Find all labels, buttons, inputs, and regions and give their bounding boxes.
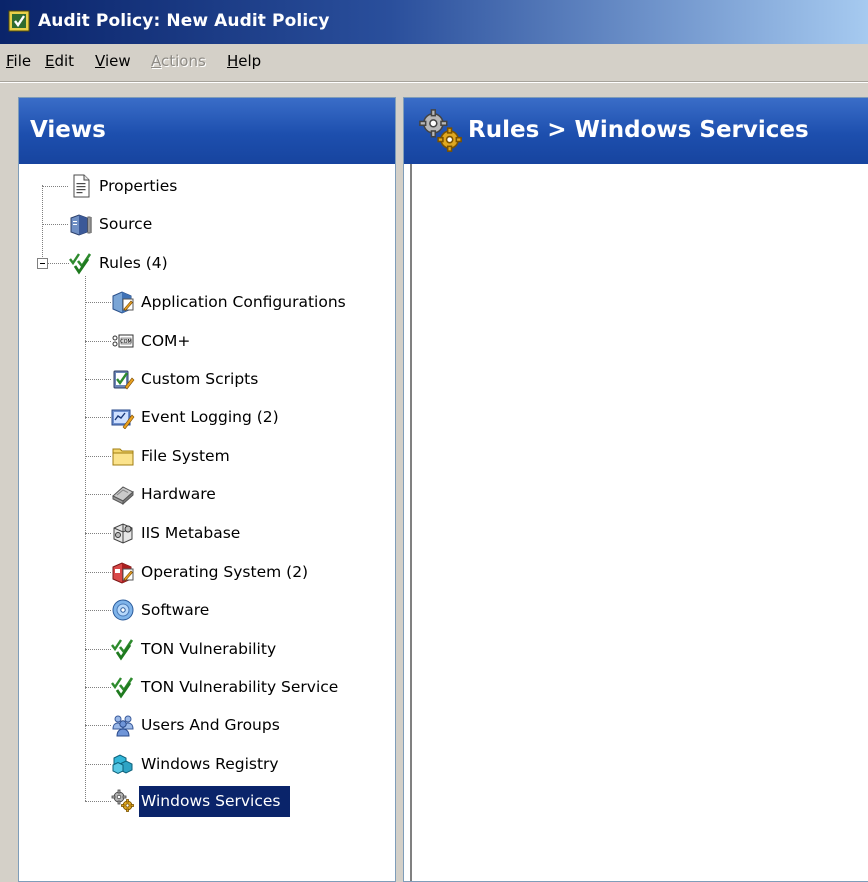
content-panel-header: Rules > Windows Services (404, 98, 868, 164)
tree-item-label: Windows Services (139, 785, 291, 817)
checkmarks-icon (111, 637, 135, 661)
tree-connector (85, 572, 111, 573)
tree-connector (85, 417, 111, 418)
tree-item-label: Users And Groups (141, 715, 280, 734)
tree-item-label: TON Vulnerability Service (141, 677, 339, 696)
tree-connector (85, 649, 111, 650)
tree-item-custom-scripts[interactable]: Custom Scripts (111, 361, 261, 397)
tree-item-event-logging[interactable]: Event Logging (2) (111, 399, 282, 435)
views-tree: Properties Source Rules (4) Application … (19, 98, 395, 881)
tree-connector (85, 379, 111, 380)
content-panel: Rules > Windows Services (403, 97, 868, 882)
tree-item-iis-metabase[interactable]: IIS Metabase (111, 515, 243, 551)
tree-item-com-plus[interactable]: COM+ (111, 323, 193, 359)
tree-item-rules[interactable]: Rules (4) (69, 245, 171, 281)
menu-bar: File Edit View Actions Help (0, 44, 868, 82)
gears-icon (111, 789, 135, 813)
rules-collapse-toggle[interactable] (37, 258, 48, 269)
tree-item-label: IIS Metabase (141, 523, 241, 542)
tree-item-label: Software (141, 600, 210, 619)
registry-icon (111, 752, 135, 776)
com-icon (111, 329, 135, 353)
tree-item-operating-system[interactable]: Operating System (2) (111, 554, 311, 590)
tree-connector (85, 687, 111, 688)
checkmarks-icon (111, 675, 135, 699)
tree-connector (85, 801, 111, 802)
hardware-icon (111, 482, 135, 506)
tree-item-label: Rules (4) (99, 253, 168, 272)
tree-item-label: Custom Scripts (141, 369, 259, 388)
tree-connector (85, 610, 111, 611)
tree-connector (85, 725, 111, 726)
tree-item-hardware[interactable]: Hardware (111, 476, 219, 512)
iis-metabase-icon (111, 521, 135, 545)
menu-divider (0, 82, 868, 83)
gears-icon (418, 108, 464, 154)
document-icon (69, 174, 93, 198)
app-config-icon (111, 290, 135, 314)
users-icon (111, 713, 135, 737)
tree-item-label: Event Logging (2) (141, 407, 279, 426)
tree-connector (85, 302, 111, 303)
software-icon (111, 598, 135, 622)
operating-system-icon (111, 560, 135, 584)
tree-item-file-system[interactable]: File System (111, 438, 233, 474)
tree-item-users-and-groups[interactable]: Users And Groups (111, 707, 283, 743)
content-area[interactable] (410, 164, 868, 881)
tree-connector (85, 764, 111, 765)
server-icon (69, 212, 93, 236)
tree-connector (85, 341, 111, 342)
menu-help[interactable]: Help (227, 52, 261, 70)
audit-policy-app-icon (8, 10, 30, 32)
tree-item-application-configurations[interactable]: Application Configurations (111, 284, 349, 320)
title-bar[interactable]: Audit Policy: New Audit Policy (0, 0, 868, 44)
tree-connector (42, 224, 68, 225)
tree-item-label: TON Vulnerability (141, 639, 277, 658)
tree-connector (85, 456, 111, 457)
menu-view[interactable]: View (95, 52, 131, 70)
menu-file[interactable]: File (6, 52, 31, 70)
tree-item-label: Source (99, 214, 153, 233)
tree-item-label: Operating System (2) (141, 562, 309, 581)
tree-item-label: Windows Registry (141, 754, 279, 773)
views-panel: Views Properties Source Rules (4) Applic… (18, 97, 396, 882)
window-title: Audit Policy: New Audit Policy (38, 11, 330, 31)
checkmarks-icon (69, 251, 93, 275)
tree-item-windows-services[interactable]: Windows Services (111, 783, 291, 819)
tree-item-windows-registry[interactable]: Windows Registry (111, 746, 282, 782)
folder-icon (111, 444, 135, 468)
tree-item-label: COM+ (141, 331, 191, 350)
menu-actions[interactable]: Actions (151, 52, 206, 70)
tree-connector (47, 263, 69, 264)
custom-scripts-icon (111, 367, 135, 391)
tree-item-label: Properties (99, 176, 178, 195)
tree-item-source[interactable]: Source (69, 206, 155, 242)
tree-item-label: File System (141, 446, 230, 465)
tree-item-label: Application Configurations (141, 292, 346, 311)
content-panel-title: Rules > Windows Services (468, 117, 809, 143)
tree-item-ton-vulnerability[interactable]: TON Vulnerability (111, 631, 279, 667)
tree-item-ton-vulnerability-service[interactable]: TON Vulnerability Service (111, 669, 341, 705)
tree-item-software[interactable]: Software (111, 592, 212, 628)
tree-connector (85, 494, 111, 495)
tree-connector (42, 186, 68, 187)
tree-connector (85, 276, 86, 801)
tree-item-properties[interactable]: Properties (69, 168, 180, 204)
event-logging-icon (111, 405, 135, 429)
tree-connector (85, 533, 111, 534)
tree-item-label: Hardware (141, 484, 216, 503)
menu-edit[interactable]: Edit (45, 52, 74, 70)
